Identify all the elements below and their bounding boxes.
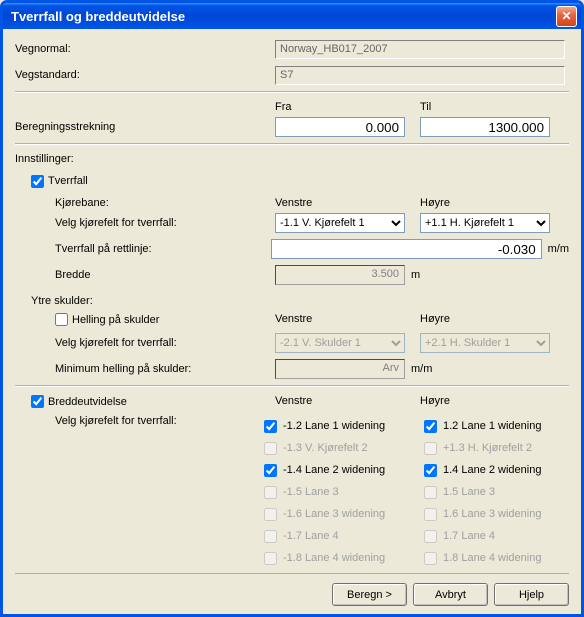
window-title: Tverrfall og breddeutvidelse: [11, 9, 185, 24]
bredde-value: 3.500: [275, 265, 405, 285]
hoyre-header-3: Høyre: [420, 395, 565, 411]
widening-right-label-6: 1.8 Lane 4 widening: [443, 552, 541, 564]
widening-left-checkbox-0[interactable]: [264, 420, 277, 433]
til-header: Til: [420, 101, 565, 113]
breddeutvidelse-checkbox[interactable]: [31, 395, 44, 408]
content-area: Vegnormal: Norway_HB017_2007 Vegstandard…: [3, 29, 581, 577]
widening-left-column: -1.2 Lane 1 widening -1.3 V. Kjørefelt 2 -…: [264, 415, 409, 569]
hoyre-header-1: Høyre: [420, 197, 565, 209]
tverrfall-rettlinje-label: Tverrfall på rettlinje:: [15, 243, 271, 255]
unit-mm-2: m/m: [411, 363, 432, 375]
widening-right-checkbox-2[interactable]: [424, 464, 437, 477]
hjelp-button[interactable]: Hjelp: [494, 583, 569, 606]
hoyre-header-2: Høyre: [420, 313, 565, 329]
widening-left-checkbox-6: [264, 552, 277, 565]
divider: [15, 143, 569, 145]
tverrfall-checkbox[interactable]: [31, 175, 44, 188]
bredde-label: Bredde: [15, 269, 275, 281]
velg-kjorefelt-label-1: Velg kjørefelt for tverrfall:: [15, 217, 275, 229]
innstillinger-label: Innstillinger:: [15, 153, 569, 165]
fra-input[interactable]: [275, 117, 405, 137]
button-bar: Beregn > Avbryt Hjelp: [15, 573, 569, 606]
titlebar: Tverrfall og breddeutvidelse ✕: [3, 3, 581, 29]
venstre-header-3: Venstre: [275, 395, 420, 411]
close-button[interactable]: ✕: [556, 6, 577, 27]
velg-kjorefelt-label-3: Velg kjørefelt for tverrfall:: [15, 415, 264, 427]
venstre-header-1: Venstre: [275, 197, 420, 209]
beregn-button[interactable]: Beregn >: [332, 583, 407, 606]
vegnormal-label: Vegnormal:: [15, 43, 275, 55]
widening-right-checkbox-3: [424, 486, 437, 499]
beregning-label: Beregningsstrekning: [15, 121, 275, 133]
avbryt-button[interactable]: Avbryt: [413, 583, 488, 606]
widening-left-checkbox-3: [264, 486, 277, 499]
dialog-window: Tverrfall og breddeutvidelse ✕ Vegnormal…: [0, 0, 584, 617]
widening-right-column: 1.2 Lane 1 widening +1.3 H. Kjørefelt 2 1.…: [424, 415, 569, 569]
velg-kjorefelt-label-2: Velg kjørefelt for tverrfall:: [15, 337, 275, 349]
breddeutvidelse-label: Breddeutvidelse: [48, 396, 127, 408]
vegstandard-value: S7: [275, 66, 565, 85]
widening-right-label-2: 1.4 Lane 2 widening: [443, 464, 541, 476]
widening-right-label-4: 1.6 Lane 3 widening: [443, 508, 541, 520]
widening-left-label-3: -1.5 Lane 3: [283, 486, 339, 498]
widening-right-checkbox-1: [424, 442, 437, 455]
helling-skulder-label: Helling på skulder: [72, 314, 159, 326]
tverrfall-rettlinje-input[interactable]: [271, 239, 541, 259]
widening-left-checkbox-1: [264, 442, 277, 455]
widening-left-label-2: -1.4 Lane 2 widening: [283, 464, 385, 476]
vegnormal-value: Norway_HB017_2007: [275, 40, 565, 59]
widening-left-label-5: -1.7 Lane 4: [283, 530, 339, 542]
widening-left-checkbox-2[interactable]: [264, 464, 277, 477]
fra-header: Fra: [275, 101, 420, 113]
ytre-skulder-label: Ytre skulder:: [15, 295, 569, 307]
venstre-header-2: Venstre: [275, 313, 420, 329]
widening-right-label-0: 1.2 Lane 1 widening: [443, 420, 541, 432]
widening-right-checkbox-0[interactable]: [424, 420, 437, 433]
widening-right-checkbox-5: [424, 530, 437, 543]
unit-m: m: [411, 269, 420, 281]
min-helling-value: Arv: [275, 359, 405, 379]
widening-right-checkbox-4: [424, 508, 437, 521]
lane-left-select[interactable]: -1.1 V. Kjørefelt 1: [275, 213, 405, 233]
skulder-left-select: -2.1 V. Skulder 1: [275, 333, 405, 353]
widening-right-label-5: 1.7 Lane 4: [443, 530, 495, 542]
til-input[interactable]: [420, 117, 550, 137]
widening-left-checkbox-4: [264, 508, 277, 521]
unit-mm-1: m/m: [548, 243, 569, 255]
widening-right-label-1: +1.3 H. Kjørefelt 2: [443, 442, 532, 454]
widening-left-checkbox-5: [264, 530, 277, 543]
widening-right-label-3: 1.5 Lane 3: [443, 486, 495, 498]
min-helling-label: Minimum helling på skulder:: [15, 363, 275, 375]
widening-left-label-6: -1.8 Lane 4 widening: [283, 552, 385, 564]
widening-left-label-0: -1.2 Lane 1 widening: [283, 420, 385, 432]
kjorebane-label: Kjørebane:: [15, 197, 275, 209]
divider: [15, 91, 569, 93]
widening-left-label-4: -1.6 Lane 3 widening: [283, 508, 385, 520]
divider: [15, 385, 569, 387]
tverrfall-label: Tverrfall: [48, 175, 88, 187]
helling-skulder-checkbox[interactable]: [55, 313, 68, 326]
skulder-right-select: +2.1 H. Skulder 1: [420, 333, 550, 353]
lane-right-select[interactable]: +1.1 H. Kjørefelt 1: [420, 213, 550, 233]
widening-left-label-1: -1.3 V. Kjørefelt 2: [283, 442, 368, 454]
vegstandard-label: Vegstandard:: [15, 69, 275, 81]
widening-right-checkbox-6: [424, 552, 437, 565]
